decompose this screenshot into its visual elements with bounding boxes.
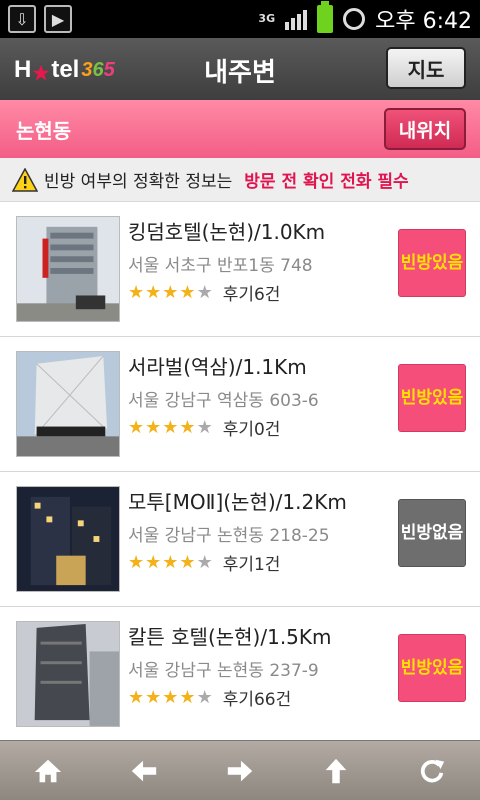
hotel-list-item[interactable]: 킹덤호텔(논현)/1.0Km 서울 서초구 반포1동 748 ★ ★ ★ ★ ★ 후기6… [0,202,480,337]
hotel-photo [16,486,120,592]
vacancy-badge[interactable]: 빈방 있음 [398,364,466,432]
hotel-name: 모투[MOⅡ](논현)/1.2Km [128,490,347,514]
hotel-name: 칼튼 호텔(논현)/1.5Km [128,625,332,649]
star-icon: ★ [128,686,145,708]
refresh-icon[interactable] [407,746,457,796]
star-icon: ★ [128,551,145,573]
star-icon: ★ [145,281,162,303]
hotel-photo [16,351,120,457]
network-3g-icon: 3G [258,12,276,25]
star-rating: ★ ★ ★ ★ ★ [128,551,213,573]
hotel-photo [16,216,120,322]
home-icon[interactable] [23,746,73,796]
star-icon: ★ [128,281,145,303]
star-rating: ★ ★ ★ ★ ★ [128,416,213,438]
play-icon: ▶ [44,5,72,33]
hotel-address: 서울 서초구 반포1동 748 [128,256,313,276]
notice-text: 빈방 여부의 정확한 정보는 [44,172,233,192]
alarm-icon [343,8,366,30]
signal-icon [285,8,308,30]
battery-icon [317,1,334,33]
star-icon: ★ [162,686,179,708]
hotel-address: 서울 강남구 논현동 237-9 [128,661,319,681]
hotel-rating: ★ ★ ★ ★ ★ 후기0건 [128,415,390,440]
status-bar: ⇩ ▶ 3G 오후 6:42 [0,0,480,38]
hotel-address: 서울 강남구 역삼동 603-6 [128,391,319,411]
star-icon: ★ [145,551,162,573]
star-icon: ★ [145,686,162,708]
hotel-photo [16,621,120,727]
download-icon: ⇩ [8,5,36,33]
map-button[interactable]: 지도 [386,47,466,89]
hotel-name: 서라벌(역삼)/1.1Km [128,355,307,379]
star-icon: ★ [179,551,196,573]
notice-bar: 빈방 여부의 정확한 정보는 방문 전 확인 전화 필수 [0,158,480,202]
up-arrow-icon[interactable] [311,746,361,796]
review-count: 후기0건 [222,420,281,440]
hotel-rating: ★ ★ ★ ★ ★ 후기6건 [128,280,390,305]
star-icon: ★ [179,281,196,303]
hotel-list-item[interactable]: 서라벌(역삼)/1.1Km 서울 강남구 역삼동 603-6 ★ ★ ★ ★ ★ 후기0… [0,337,480,472]
star-icon: ★ [162,281,179,303]
clock: 오후 6:42 [375,9,472,34]
vacancy-badge[interactable]: 빈방 있음 [398,634,466,702]
star-icon: ★ [145,416,162,438]
hotel-list-item[interactable]: 모투[MOⅡ](논현)/1.2Km 서울 강남구 논현동 218-25 ★ ★ ★ ★… [0,472,480,607]
vacancy-badge[interactable]: 빈방 없음 [398,499,466,567]
review-count: 후기6건 [222,285,281,305]
vacancy-badge[interactable]: 빈방 있음 [398,229,466,297]
hotel-name: 킹덤호텔(논현)/1.0Km [128,220,326,244]
star-icon: ★ [128,416,145,438]
review-count: 후기66건 [222,690,292,710]
forward-arrow-icon[interactable] [215,746,265,796]
star-icon: ★ [162,416,179,438]
star-rating: ★ ★ ★ ★ ★ [128,281,213,303]
hotel-rating: ★ ★ ★ ★ ★ 후기66건 [128,685,390,710]
star-icon: ★ [196,416,213,438]
star-icon: ★ [179,686,196,708]
current-location-label: 논현동 [16,118,72,143]
hotel-rating: ★ ★ ★ ★ ★ 후기1건 [128,550,390,575]
hotel-list[interactable]: 킹덤호텔(논현)/1.0Km 서울 서초구 반포1동 748 ★ ★ ★ ★ ★ 후기6… [0,202,480,740]
star-icon: ★ [162,551,179,573]
hotel-address: 서울 강남구 논현동 218-25 [128,526,330,546]
back-arrow-icon[interactable] [119,746,169,796]
review-count: 후기1건 [222,555,281,575]
my-location-button[interactable]: 내위치 [384,108,466,150]
star-icon: ★ [179,416,196,438]
hotel-list-item[interactable]: 칼튼 호텔(논현)/1.5Km 서울 강남구 논현동 237-9 ★ ★ ★ ★ ★ 후… [0,607,480,740]
star-rating: ★ ★ ★ ★ ★ [128,686,213,708]
bottom-nav [0,740,480,800]
star-icon: ★ [196,686,213,708]
star-icon: ★ [196,281,213,303]
app-header: H tel 365 내주변 지도 [0,38,480,100]
star-icon: ★ [196,551,213,573]
notice-highlight: 방문 전 확인 전화 필수 [244,172,409,192]
location-bar: 논현동 내위치 [0,100,480,158]
warning-icon [12,167,38,192]
